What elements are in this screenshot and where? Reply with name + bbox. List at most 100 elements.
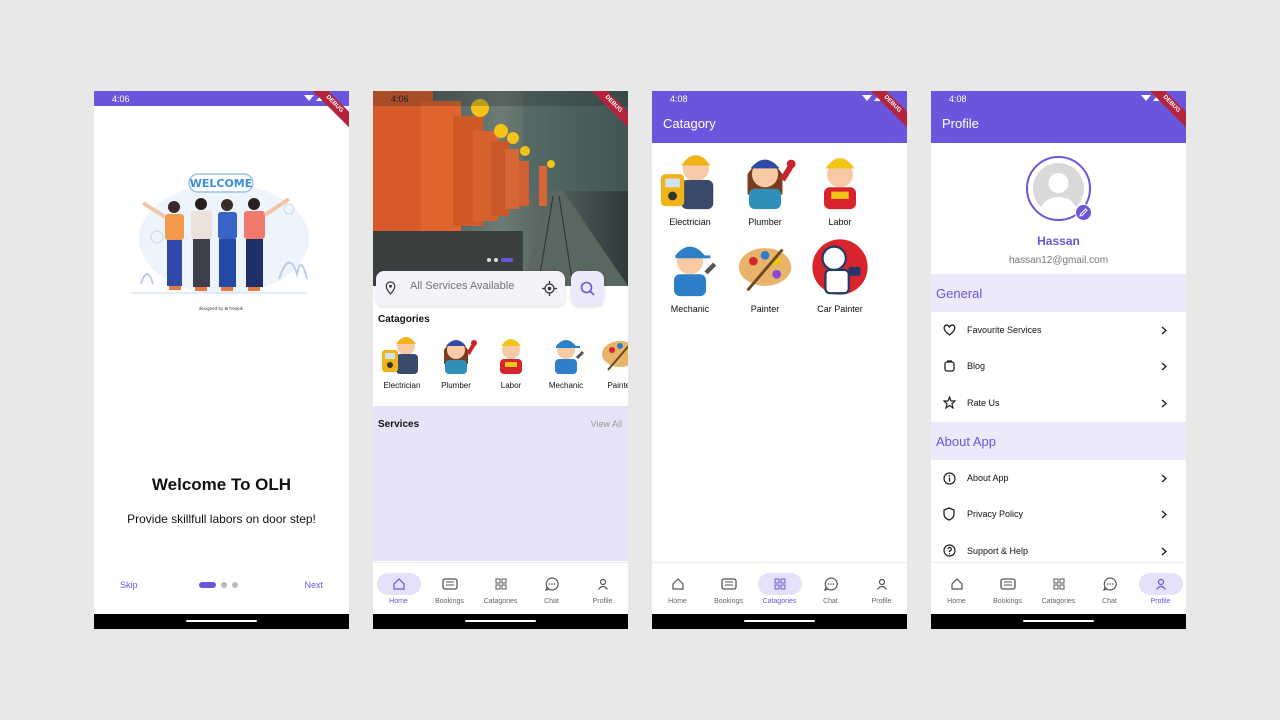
status-bar: 4:08 [931,91,1186,106]
edit-avatar-button[interactable] [1075,204,1092,221]
status-time: 4:08 [670,94,688,104]
avatar[interactable] [1026,156,1092,221]
search-bar[interactable] [376,271,565,306]
categories-heading: Catagories [378,314,430,325]
category-painter[interactable]: Painter [731,233,799,314]
menu-privacy-policy[interactable]: Privacy Policy [931,496,1186,532]
category-row[interactable]: Electrician Plumber Labor Mechanic Paint… [373,332,628,392]
location-pin-icon [385,281,396,295]
heart-icon [943,324,956,336]
profile-name: Hassan [1037,234,1080,248]
menu-label: Blog [967,361,986,371]
category-labor[interactable]: Labor [806,146,874,227]
page-title: Catagory [663,116,716,131]
category-plumber[interactable]: Plumber [431,332,481,390]
menu-about-app[interactable]: About App [931,460,1186,496]
onboarding-title: Welcome To OLH [151,475,292,494]
home-gesture-bar[interactable] [186,620,257,622]
menu-label: Privacy Policy [967,509,1024,519]
category-car-painter[interactable]: Car Painter [806,233,874,314]
system-nav-bar [373,614,628,629]
nav-home[interactable]: Home [373,563,424,614]
nav-home[interactable]: Home [931,563,982,614]
home-screen: 4:06 DEBUG Catagories Electrician Plumbe… [373,91,628,629]
about-section-header: About App [931,422,1186,460]
page-dot [221,582,227,588]
system-nav-bar [931,614,1186,629]
grid-icon [1053,578,1064,590]
plumber-icon [747,159,796,210]
menu-blog[interactable]: Blog [931,348,1186,384]
search-icon [580,281,595,296]
star-icon [943,396,956,409]
page-indicator [199,582,238,588]
nav-profile[interactable]: Profile [856,563,907,614]
general-section-header: General [931,274,1186,312]
illustration-credit: designed by ❁ freepik [199,306,244,311]
category-label: Electrician [383,381,421,390]
painter-icon [602,341,628,371]
home-icon [671,578,684,590]
bookings-icon [441,578,458,590]
menu-favourite-services[interactable]: Favourite Services [931,312,1186,348]
skip-button[interactable]: Skip [120,580,138,590]
gps-target-icon[interactable] [542,281,557,296]
nav-home[interactable]: Home [652,563,703,614]
nav-bookings[interactable]: Bookings [703,563,754,614]
nav-categories[interactable]: Catagories [1033,563,1084,614]
system-nav-bar [652,614,907,629]
nav-chat[interactable]: Chat [1084,563,1135,614]
person-icon [597,578,608,590]
status-bar: 4:06 [94,91,349,106]
home-gesture-bar[interactable] [744,620,815,622]
status-time: 4:06 [391,94,409,104]
category-electrician[interactable]: Electrician [656,146,724,227]
nav-profile[interactable]: Profile [1135,563,1186,614]
nav-chat[interactable]: Chat [526,563,577,614]
hero-carousel-image[interactable] [373,91,628,286]
search-input[interactable] [410,280,530,292]
home-gesture-bar[interactable] [465,620,536,622]
profile-email: hassan12@gmail.com [1008,255,1109,266]
category-label: Car Painter [817,304,863,314]
home-gesture-bar[interactable] [1023,620,1094,622]
menu-support-help[interactable]: Support & Help [931,533,1186,563]
status-time: 4:06 [112,94,130,104]
grid-icon [774,578,785,590]
category-label: Mechanic [670,304,710,314]
nav-categories[interactable]: Catagories [475,563,526,614]
home-icon [392,578,405,590]
category-plumber[interactable]: Plumber [731,146,799,227]
chevron-right-icon [1161,326,1167,335]
nav-profile[interactable]: Profile [577,563,628,614]
menu-rate-us[interactable]: Rate Us [931,385,1186,421]
category-label: Labor [828,217,852,227]
category-mechanic[interactable]: Mechanic [541,332,591,390]
app-bar: Profile [931,106,1186,143]
nav-chat[interactable]: Chat [805,563,856,614]
welcome-illustration: WELCOME designed by ❁ freepik [131,173,309,311]
onboarding-subtitle: Provide skillfull labors on door step! [127,512,316,526]
category-label: Electrician [669,217,711,227]
category-label: Plumber [441,381,471,390]
category-electrician[interactable]: Electrician [377,332,427,390]
category-screen: 4:08 Catagory DEBUG Electrician Plumber … [652,91,907,629]
menu-label: Rate Us [967,398,1000,408]
chat-icon [1102,577,1117,591]
view-all-link[interactable]: View All [591,419,622,429]
next-button[interactable]: Next [304,580,323,590]
nav-categories[interactable]: Catagories [754,563,805,614]
labor-icon [824,158,856,210]
category-label: Labor [500,381,522,390]
status-bar: 4:08 [652,91,907,106]
page-dot-active [199,582,216,588]
category-label: Painter [607,381,628,390]
nav-bookings[interactable]: Bookings [982,563,1033,614]
chevron-right-icon [1161,399,1167,408]
pencil-icon [1079,208,1088,217]
category-mechanic[interactable]: Mechanic [656,233,724,314]
nav-bookings[interactable]: Bookings [424,563,475,614]
category-labor[interactable]: Labor [486,332,536,390]
search-button[interactable] [571,271,604,306]
category-painter[interactable]: Painter [595,332,628,390]
